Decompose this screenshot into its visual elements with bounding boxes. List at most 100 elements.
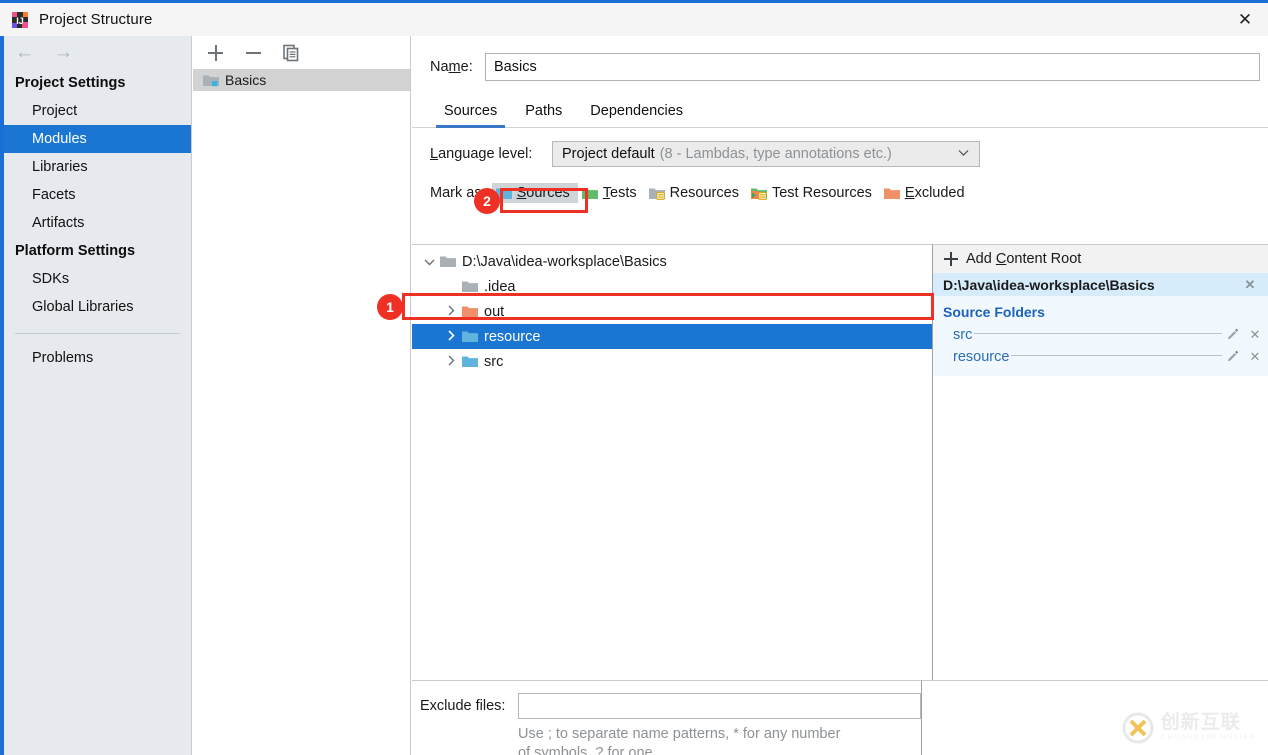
sidebar-item-global-libraries[interactable]: Global Libraries [4, 293, 191, 321]
watermark-en: CHUANGXIN HULIAN [1161, 733, 1256, 743]
tree-row-out[interactable]: out [412, 299, 932, 324]
exclude-files-section: Exclude files: Use ; to separate name pa… [412, 680, 921, 755]
folder-resources-icon [649, 187, 665, 200]
remove-source-folder-icon[interactable]: ✕ [1248, 349, 1262, 365]
tree-row-src[interactable]: src [412, 349, 932, 374]
folder-gray-icon [440, 255, 456, 268]
add-content-root-label: Add Content Root [966, 251, 1081, 267]
tree-row-label: resource [484, 329, 540, 345]
back-arrow-icon[interactable]: ← [15, 42, 34, 64]
sidebar-item-facets[interactable]: Facets [4, 181, 191, 209]
module-name: Basics [225, 72, 266, 88]
sidebar-item-problems[interactable]: Problems [4, 344, 191, 372]
intellij-idea-icon: IJ [11, 11, 29, 29]
tree-row-root[interactable]: D:\Java\idea-worksplace\Basics [412, 249, 932, 274]
sidebar-item-sdks[interactable]: SDKs [4, 265, 191, 293]
watermark: 创新互联 CHUANGXIN HULIAN [1121, 711, 1256, 745]
tree-row-label: .idea [484, 279, 515, 295]
language-level-select[interactable]: Project default (8 - Lambdas, type annot… [552, 141, 980, 167]
sidebar-item-libraries[interactable]: Libraries [4, 153, 191, 181]
language-level-value: Project default [562, 146, 655, 162]
title-bar: IJ Project Structure ✕ [0, 3, 1268, 36]
mark-as-test-resources-button[interactable]: Test Resources [747, 183, 880, 203]
entry-separator-line [1011, 355, 1222, 356]
folder-excluded-icon [884, 187, 900, 200]
source-folder-entry[interactable]: src ✕ [933, 324, 1268, 346]
mark-as-row: Mark as: Sources Tests [430, 180, 1268, 206]
mark-as-excluded-button[interactable]: Excluded [880, 183, 973, 203]
tree-row-resource[interactable]: resource [412, 324, 932, 349]
tab-dependencies[interactable]: Dependencies [576, 99, 697, 127]
add-icon[interactable] [205, 43, 225, 63]
mark-as-tests-button[interactable]: Tests [578, 183, 645, 203]
modules-toolbar [193, 36, 410, 69]
exclude-files-input[interactable] [518, 693, 921, 719]
chevron-right-icon[interactable] [440, 354, 462, 369]
tree-row-label: src [484, 354, 503, 370]
tree-row-label: D:\Java\idea-worksplace\Basics [462, 254, 667, 270]
mark-as-tests-label: Tests [603, 185, 637, 201]
module-tabs: Sources Paths Dependencies [412, 95, 1268, 128]
mark-as-resources-label: Resources [670, 185, 739, 201]
content-tree: D:\Java\idea-worksplace\Basics .idea [412, 244, 933, 680]
exclude-files-hint: Use ; to separate name patterns, * for a… [412, 725, 842, 755]
sidebar-divider [15, 333, 180, 334]
folder-test-resources-icon [751, 187, 767, 200]
exclude-files-row: Exclude files: [412, 681, 921, 719]
content-roots-panel: Add Content Root D:\Java\idea-worksplace… [933, 244, 1268, 680]
cx-logo-icon [1121, 711, 1155, 745]
copy-icon[interactable] [281, 43, 301, 63]
remove-content-root-icon[interactable]: ✕ [1243, 277, 1257, 293]
watermark-cn: 创新互联 [1161, 713, 1256, 733]
sidebar-item-project[interactable]: Project [4, 97, 191, 125]
content-root-path: D:\Java\idea-worksplace\Basics [943, 277, 1155, 293]
tree-row-idea[interactable]: .idea [412, 274, 932, 299]
forward-arrow-icon[interactable]: → [54, 42, 73, 64]
tab-sources[interactable]: Sources [430, 99, 511, 127]
sidebar-group-project-settings: Project Settings [4, 69, 191, 97]
language-level-detail: (8 - Lambdas, type annotations etc.) [660, 146, 892, 162]
chevron-down-icon[interactable] [418, 254, 440, 269]
svg-text:IJ: IJ [16, 16, 24, 26]
plus-icon [943, 251, 959, 267]
list-item[interactable]: Basics [193, 69, 410, 91]
sidebar-item-artifacts[interactable]: Artifacts [4, 209, 191, 237]
source-folder-entry[interactable]: resource ✕ [933, 346, 1268, 368]
source-folders-title: Source Folders [933, 302, 1268, 324]
sources-split: D:\Java\idea-worksplace\Basics .idea [412, 244, 1268, 680]
watermark-text: 创新互联 CHUANGXIN HULIAN [1161, 713, 1256, 743]
folder-tests-icon [582, 187, 598, 200]
module-folder-icon [203, 74, 219, 87]
chevron-down-icon [958, 146, 969, 160]
sidebar-nav: ← → [4, 36, 191, 69]
folder-excluded-icon [462, 305, 478, 318]
remove-icon[interactable] [243, 43, 263, 63]
entry-separator-line [974, 333, 1222, 334]
folder-sources-icon [462, 355, 478, 368]
language-level-label: Language level: [430, 146, 552, 162]
sidebar-item-modules[interactable]: Modules [4, 125, 191, 153]
module-editor-panel: Name: Sources Paths Dependencies Languag… [412, 36, 1268, 755]
mark-as-sources-button[interactable]: Sources [492, 183, 578, 203]
annotation-badge-2: 2 [474, 188, 500, 214]
modules-list-panel: Basics [193, 36, 411, 755]
project-structure-dialog: IJ Project Structure ✕ ← → Project Setti… [0, 0, 1268, 755]
chevron-right-icon[interactable] [440, 329, 462, 344]
add-content-root-button[interactable]: Add Content Root [933, 245, 1268, 273]
close-icon[interactable]: ✕ [1222, 3, 1268, 36]
tab-paths[interactable]: Paths [511, 99, 576, 127]
pencil-icon[interactable] [1226, 350, 1240, 364]
mark-as-excluded-label: Excluded [905, 185, 965, 201]
pencil-icon[interactable] [1226, 328, 1240, 342]
folder-sources-icon [462, 330, 478, 343]
module-name-input[interactable] [485, 53, 1260, 81]
mark-as-test-resources-label: Test Resources [772, 185, 872, 201]
content-root-body: Source Folders src ✕ resou [933, 296, 1268, 376]
tree-row-label: out [484, 304, 504, 320]
folder-gray-icon [462, 280, 478, 293]
chevron-right-icon[interactable] [440, 304, 462, 319]
annotation-badge-1: 1 [377, 294, 403, 320]
mark-as-sources-label: Sources [517, 185, 570, 201]
mark-as-resources-button[interactable]: Resources [645, 183, 747, 203]
remove-source-folder-icon[interactable]: ✕ [1248, 327, 1262, 343]
